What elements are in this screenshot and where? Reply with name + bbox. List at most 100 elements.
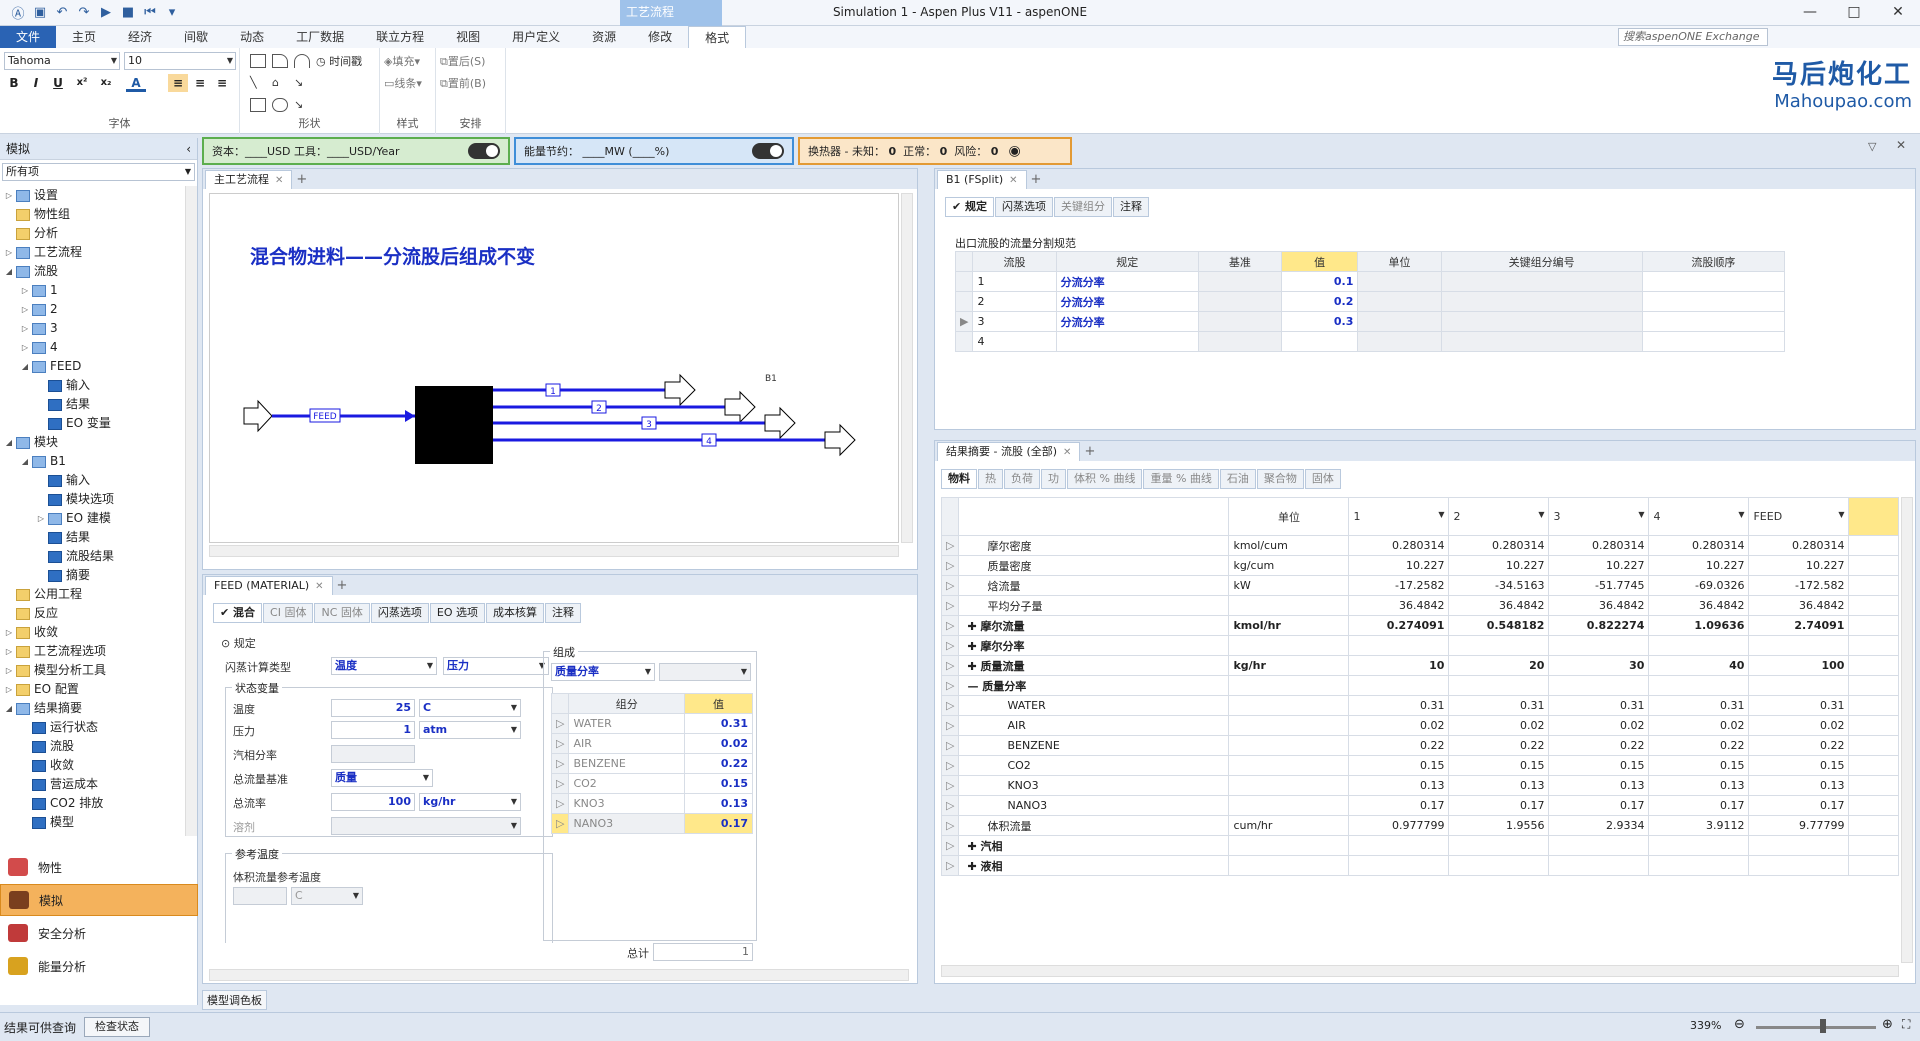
expand-toggle-icon[interactable]: ▷ — [20, 338, 30, 357]
tab-dynamics[interactable]: 动态 — [224, 26, 280, 48]
tab-main-flowsheet[interactable]: 主工艺流程 ✕ — [205, 170, 293, 189]
tree-node[interactable]: ◢ 模块 — [0, 433, 184, 452]
stream-cell[interactable]: 1 — [972, 271, 1057, 292]
flowsheet-canvas[interactable]: 混合物进料——分流股后组成不变 FEED B1 1 2 3 4 — [209, 193, 899, 543]
split-row[interactable]: 2 分流分率 0.2 — [954, 291, 1786, 312]
tree-scrollbar[interactable] — [185, 186, 197, 836]
tree-node[interactable]: ▷ EO 配置 — [0, 680, 184, 699]
ellipse-icon[interactable] — [272, 98, 288, 112]
rectangle-text-icon[interactable] — [250, 54, 266, 68]
minimize-button[interactable]: — — [1788, 0, 1832, 26]
tree-node[interactable]: ◢ FEED — [0, 357, 184, 376]
send-backward-button[interactable]: ⧉置后(S) — [440, 53, 485, 69]
unit-cell[interactable] — [1357, 291, 1442, 312]
basis-cell[interactable] — [1197, 331, 1282, 352]
stream-cell[interactable]: 4 — [972, 331, 1057, 352]
stream-order-cell[interactable] — [1641, 291, 1786, 312]
line-icon[interactable]: ╲ — [250, 76, 257, 89]
subtab-load[interactable]: 负荷 — [1004, 469, 1040, 489]
property-label[interactable]: ✚ 摩尔流量 — [958, 615, 1230, 636]
expand-toggle-icon[interactable]: ◢ — [20, 357, 30, 376]
component-value[interactable]: 0.22 — [683, 753, 754, 774]
split-row[interactable]: 4 — [954, 331, 1786, 352]
component-value[interactable]: 0.15 — [683, 773, 754, 794]
polygon-icon[interactable] — [272, 54, 288, 68]
results-row[interactable]: ▷ ✚ 摩尔流量 kmol/hr 0.274091 0.548182 0.822274 1.… — [940, 615, 1899, 636]
arrow-line-icon[interactable]: ↘ — [294, 76, 303, 89]
nav-properties[interactable]: 物性 — [0, 851, 198, 883]
expand-toggle-icon[interactable]: ▷ — [20, 281, 30, 300]
check-status-button[interactable]: 检查状态 — [84, 1017, 150, 1037]
tree-node[interactable]: ◢ 流股 — [0, 262, 184, 281]
expand-toggle-icon[interactable]: ▷ — [20, 319, 30, 338]
superscript-button[interactable]: x² — [72, 74, 92, 92]
tree-node[interactable]: 运行状态 — [0, 718, 184, 737]
tab-batch[interactable]: 间歇 — [168, 26, 224, 48]
zoom-out-icon[interactable]: ⊖ — [1734, 1017, 1745, 1032]
expand-toggle-icon[interactable]: ▷ — [4, 243, 14, 262]
subtab-eo-options[interactable]: EO 选项 — [429, 603, 485, 623]
tab-home[interactable]: 主页 — [56, 26, 112, 48]
tab-resources[interactable]: 资源 — [576, 26, 632, 48]
subtab-specifications[interactable]: ✔ 规定 — [945, 197, 995, 217]
font-size-select[interactable]: 10 ▼ — [124, 52, 236, 70]
connector-icon[interactable]: ↘ — [294, 98, 303, 111]
subtab-vol-curve[interactable]: 体积 % 曲线 — [1067, 469, 1143, 489]
tab-equation-oriented[interactable]: 联立方程 — [360, 26, 440, 48]
property-label[interactable]: — 质量分率 — [958, 675, 1230, 696]
temperature-input[interactable]: 25 — [331, 699, 415, 717]
vol-ref-temp-input[interactable] — [233, 887, 287, 905]
temperature-unit-select[interactable]: C ▼ — [419, 699, 521, 717]
component-row[interactable]: ▷ CO2 0.15 — [550, 773, 754, 794]
results-row[interactable]: ▷ BENZENE 0.22 0.22 0.22 0.22 0.22 — [940, 735, 1899, 756]
add-tab-icon[interactable]: + — [1084, 443, 1095, 461]
add-tab-icon[interactable]: + — [337, 577, 348, 595]
unit-cell[interactable] — [1357, 271, 1442, 292]
tree-node[interactable]: CO2 排放 — [0, 794, 184, 813]
tree-node[interactable]: 模块选项 — [0, 490, 184, 509]
subtab-ci-solid[interactable]: CI 固体 — [263, 603, 314, 623]
col-stream-4[interactable]: 4 ▼ — [1648, 497, 1750, 536]
subtab-work[interactable]: 功 — [1041, 469, 1066, 489]
vapor-fraction-input[interactable] — [331, 745, 415, 763]
add-tab-icon[interactable]: + — [1031, 171, 1042, 189]
flowsheet-v-scrollbar[interactable] — [901, 193, 913, 543]
tab-modify[interactable]: 修改 — [632, 26, 688, 48]
flash-type-select-1[interactable]: 温度 ▼ — [331, 657, 437, 675]
property-label[interactable]: ✚ 汽相 — [958, 835, 1230, 856]
property-label[interactable]: ✚ 质量流量 — [958, 655, 1230, 676]
tree-node[interactable]: 模型 — [0, 813, 184, 832]
tab-format[interactable]: 格式 — [688, 26, 747, 48]
rectangle-icon[interactable] — [250, 98, 266, 112]
tab-feed-material[interactable]: FEED (MATERIAL) ✕ — [205, 576, 333, 595]
subtab-costing[interactable]: 成本核算 — [485, 603, 544, 623]
stream-order-cell[interactable] — [1641, 271, 1786, 292]
basis-cell[interactable] — [1197, 271, 1282, 292]
expand-toggle-icon[interactable]: ▷ — [36, 509, 46, 528]
stream-order-cell[interactable] — [1641, 311, 1786, 332]
composition-basis-select[interactable]: 质量分率 ▼ — [551, 663, 655, 681]
results-row[interactable]: ▷ ✚ 液相 — [940, 855, 1899, 876]
tree-node[interactable]: ◢ 结果摘要 — [0, 699, 184, 718]
results-row[interactable]: ▷ KNO3 0.13 0.13 0.13 0.13 0.13 — [940, 775, 1899, 796]
results-row[interactable]: ▷ 焓流量 kW -17.2582 -34.5163 -51.7745 -69.0326 -1… — [940, 575, 1899, 596]
col-stream-1[interactable]: 1 ▼ — [1348, 497, 1450, 536]
tree-node[interactable]: 分析 — [0, 224, 184, 243]
tree-node[interactable]: 反应 — [0, 604, 184, 623]
align-center-button[interactable]: ≡ — [190, 74, 210, 92]
subtab-wt-curve[interactable]: 重量 % 曲线 — [1143, 469, 1219, 489]
fill-button[interactable]: ◈填充▾ — [384, 53, 420, 69]
value-cell[interactable]: 0.1 — [1280, 271, 1359, 292]
results-row[interactable]: ▷ — 质量分率 — [940, 675, 1899, 696]
exchange-search-input[interactable]: 搜索aspenONE Exchange — [1618, 28, 1768, 46]
total-flow-unit-select[interactable]: kg/hr ▼ — [419, 793, 521, 811]
tree-node[interactable]: ▷ 工艺流程选项 — [0, 642, 184, 661]
results-row[interactable]: ▷ CO2 0.15 0.15 0.15 0.15 0.15 — [940, 755, 1899, 776]
expand-toggle-icon[interactable]: ◢ — [4, 699, 14, 718]
spec-section-toggle[interactable]: ⊙ 规定 — [221, 635, 256, 651]
unit-cell[interactable] — [1357, 331, 1442, 352]
nav-energy[interactable]: 能量分析 — [0, 950, 198, 982]
subtab-comments[interactable]: 注释 — [544, 603, 581, 623]
collapse-pane-icon[interactable]: ‹ — [186, 138, 191, 160]
stream-2[interactable]: 2 — [493, 390, 756, 424]
